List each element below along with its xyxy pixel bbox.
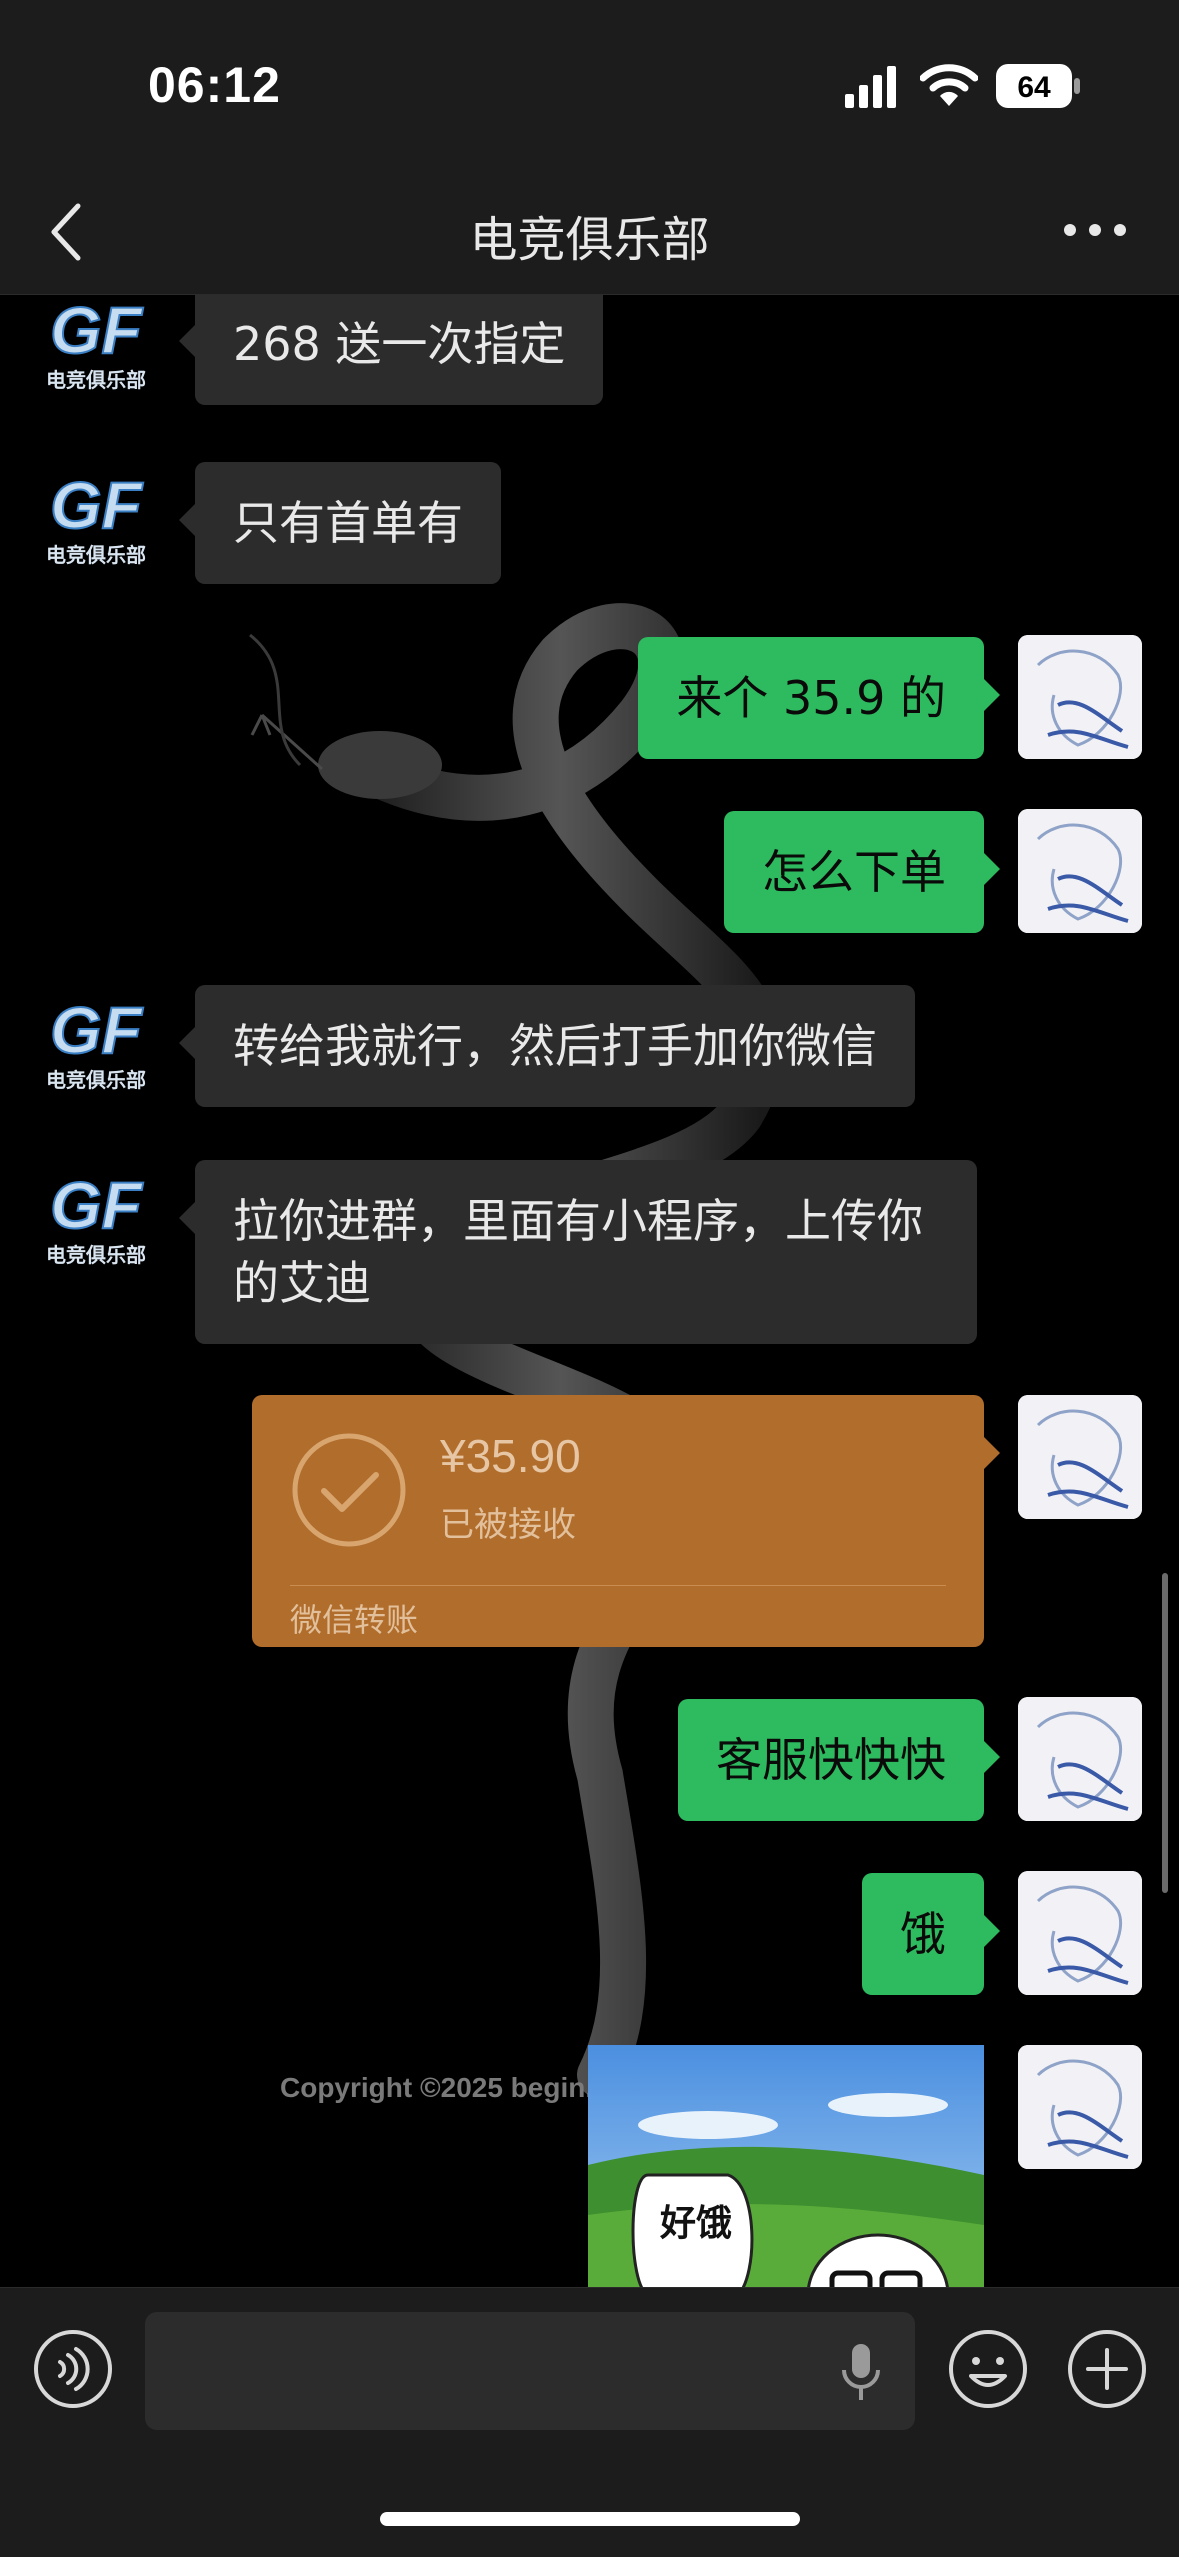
avatar-logo-subtext: 电竞俱乐部 xyxy=(46,543,146,567)
message-bubble-incoming[interactable]: 268 送一次指定 xyxy=(178,295,604,405)
more-options-icon[interactable] xyxy=(1060,210,1130,250)
message-bubble-outgoing[interactable]: 饿 xyxy=(862,1873,1000,1995)
sticker-image[interactable]: 好饿 xyxy=(588,2045,984,2287)
avatar-logo-subtext: 电竞俱乐部 xyxy=(46,368,146,392)
my-avatar[interactable] xyxy=(1018,809,1142,933)
add-attachment-icon[interactable] xyxy=(1066,2328,1148,2410)
microphone-icon[interactable] xyxy=(836,2342,886,2402)
my-avatar[interactable] xyxy=(1018,2045,1142,2169)
chat-header: 电竞俱乐部 xyxy=(0,170,1179,295)
message-bubble-outgoing[interactable]: 客服快快快 xyxy=(678,1699,1000,1821)
avatar-logo-subtext: 电竞俱乐部 xyxy=(46,1243,146,1267)
message-bubble-incoming[interactable]: 拉你进群，里面有小程序，上传你的艾迪 xyxy=(179,1160,977,1344)
message-bubble-incoming[interactable]: 转给我就行，然后打手加你微信 xyxy=(179,985,915,1107)
avatar-logo-text: GF xyxy=(50,468,143,542)
status-time: 06:12 xyxy=(148,57,281,113)
battery-percent: 64 xyxy=(1017,71,1051,104)
message-bubble-outgoing[interactable]: 怎么下单 xyxy=(724,811,1000,933)
transfer-divider xyxy=(290,1585,946,1586)
battery-icon: 64 xyxy=(996,64,1080,108)
emoji-icon[interactable] xyxy=(947,2328,1029,2410)
sticker-text: 好饿 xyxy=(659,2203,732,2244)
avatar-logo-text: GF xyxy=(50,993,143,1067)
transfer-status: 已被接收 xyxy=(440,1505,576,1545)
chat-title: 电竞俱乐部 xyxy=(469,212,710,268)
my-avatar[interactable] xyxy=(1018,1871,1142,1995)
avatar-logo-text: GF xyxy=(50,1168,143,1242)
message-bubble-incoming[interactable]: 只有首单有 xyxy=(179,462,501,584)
message-bubble-outgoing[interactable]: 来个 35.9 的 xyxy=(638,637,1000,759)
home-indicator[interactable] xyxy=(380,2512,800,2526)
contact-avatar[interactable]: GF 电竞俱乐部 xyxy=(36,1160,156,1280)
scroll-indicator[interactable] xyxy=(1162,1573,1168,1893)
contact-avatar[interactable]: GF 电竞俱乐部 xyxy=(36,985,156,1105)
contact-avatar[interactable]: GF 电竞俱乐部 xyxy=(36,295,156,405)
my-avatar[interactable] xyxy=(1018,1395,1142,1519)
my-avatar[interactable] xyxy=(1018,635,1142,759)
status-bar: 06:12 64 xyxy=(0,0,1179,170)
wifi-icon xyxy=(920,64,978,106)
contact-avatar[interactable]: GF 电竞俱乐部 xyxy=(36,460,156,580)
transfer-type-label: 微信转账 xyxy=(290,1601,419,1639)
cellular-signal-icon xyxy=(845,66,896,108)
transfer-amount: ¥35.90 xyxy=(440,1430,581,1482)
avatar-logo-subtext: 电竞俱乐部 xyxy=(46,1068,146,1092)
avatar-logo-text: GF xyxy=(50,295,143,367)
message-list[interactable]: Copyright ©2025 begin. GF 电竞俱乐部 268 送一次指… xyxy=(0,295,1179,2287)
voice-input-icon[interactable] xyxy=(32,2328,114,2410)
transfer-card[interactable]: ¥35.90 已被接收 微信转账 xyxy=(252,1395,1000,1647)
background-copyright-text: Copyright ©2025 begin. xyxy=(280,2072,594,2103)
my-avatar[interactable] xyxy=(1018,1697,1142,1821)
checkmark-circle-icon xyxy=(292,1433,406,1547)
message-text-input[interactable] xyxy=(145,2312,915,2430)
